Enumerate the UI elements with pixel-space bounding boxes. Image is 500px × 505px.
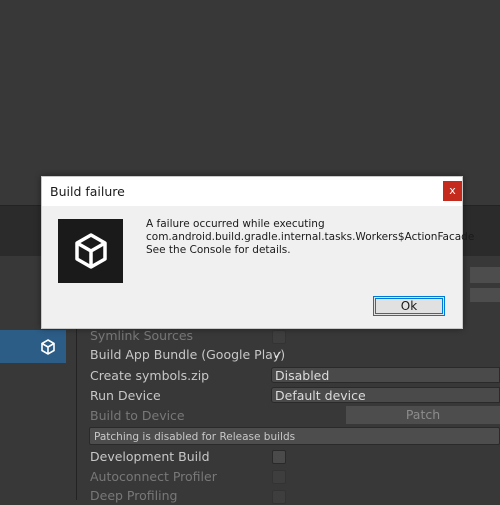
- run-device-label: Run Device: [90, 388, 161, 403]
- create-symbols-dropdown[interactable]: Disabled: [271, 367, 500, 383]
- build-failure-dialog: Build failure x A failure occurred while…: [41, 176, 475, 329]
- build-app-bundle-label: Build App Bundle (Google Play): [90, 347, 286, 362]
- dialog-title: Build failure: [50, 184, 125, 199]
- symlink-sources-checkbox[interactable]: [272, 330, 286, 344]
- development-build-checkbox[interactable]: [272, 450, 286, 464]
- message-line: See the Console for details.: [146, 244, 291, 256]
- deep-profiling-label: Deep Profiling: [90, 488, 178, 503]
- unity-icon: [41, 339, 55, 355]
- build-to-device-label: Build to Device: [90, 408, 185, 423]
- dialog-titlebar: Build failure x: [42, 177, 462, 206]
- message-line: A failure occurred while executing: [146, 218, 325, 230]
- editor-top-area: [0, 0, 500, 205]
- patching-info-box: Patching is disabled for Release builds: [89, 427, 500, 445]
- autoconnect-profiler-label: Autoconnect Profiler: [90, 469, 217, 484]
- close-button[interactable]: x: [443, 181, 462, 201]
- field-strip: [470, 288, 500, 302]
- field-strip: [470, 267, 500, 283]
- autoconnect-profiler-checkbox[interactable]: [272, 470, 286, 484]
- error-message: A failure occurred while executing com.a…: [146, 218, 475, 257]
- patch-button[interactable]: Patch: [346, 406, 500, 424]
- run-device-dropdown[interactable]: Default device: [271, 387, 500, 403]
- message-line: com.android.build.gradle.internal.tasks.…: [146, 231, 475, 243]
- deep-profiling-checkbox[interactable]: [272, 490, 286, 504]
- unity-logo: [58, 219, 123, 283]
- unity-logo-icon: [75, 233, 107, 269]
- platform-item-android-selected[interactable]: [0, 330, 66, 363]
- build-app-bundle-checkbox[interactable]: ✓: [271, 348, 285, 362]
- ok-button[interactable]: Ok: [373, 296, 445, 316]
- create-symbols-label: Create symbols.zip: [90, 368, 210, 383]
- symlink-sources-label: Symlink Sources: [90, 328, 194, 343]
- development-build-label: Development Build: [90, 449, 210, 464]
